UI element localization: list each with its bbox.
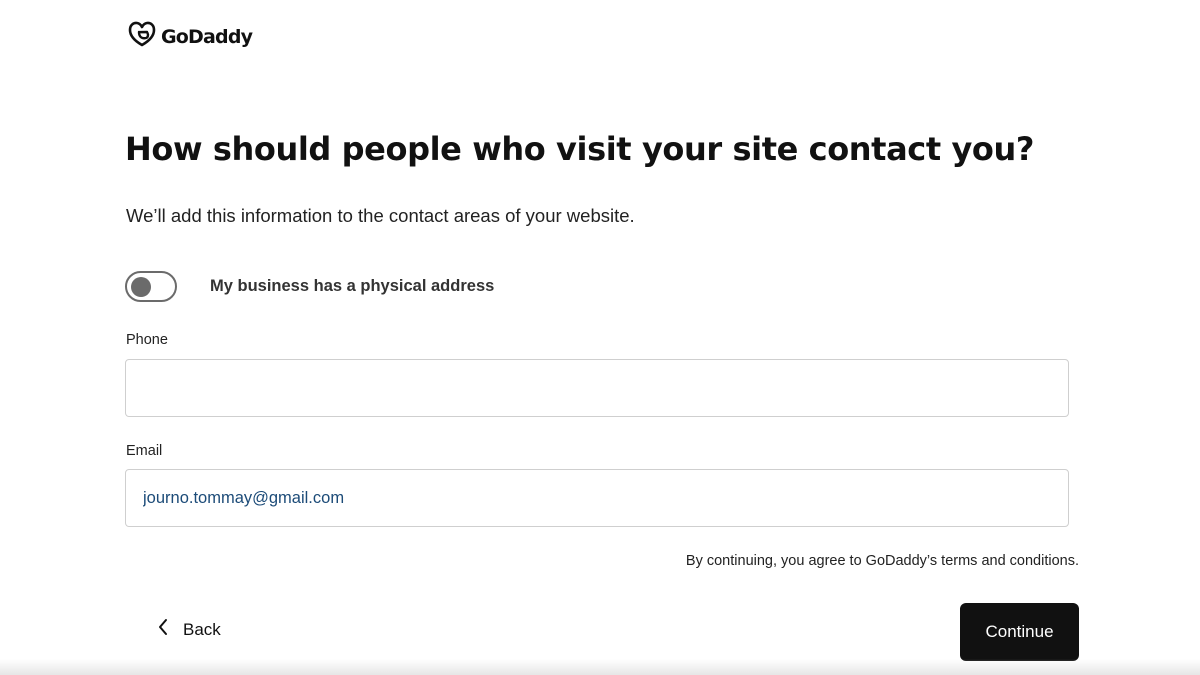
back-label: Back [183,619,221,639]
phone-label: Phone [126,332,168,348]
page-subtitle: We’ll add this information to the contac… [126,205,635,226]
email-input[interactable] [125,469,1069,527]
physical-address-toggle[interactable] [125,271,177,302]
logo-text: GoDaddy [161,25,253,48]
continue-button[interactable]: Continue [960,603,1079,661]
back-button[interactable]: Back [157,618,221,641]
chevron-left-icon [157,618,169,641]
physical-address-label: My business has a physical address [210,277,495,295]
terms-text: By continuing, you agree to GoDaddy’s te… [685,553,1079,569]
toggle-knob [131,276,151,297]
email-label: Email [126,443,163,459]
godaddy-logo[interactable]: GoDaddy [127,20,253,53]
page-title: How should people who visit your site co… [125,130,1035,168]
page: GoDaddy How should people who visit your… [0,0,1200,675]
physical-address-toggle-row: My business has a physical address [125,271,494,302]
phone-input[interactable] [125,359,1069,417]
bottom-shadow [0,659,1200,675]
godaddy-logo-icon [127,20,157,53]
